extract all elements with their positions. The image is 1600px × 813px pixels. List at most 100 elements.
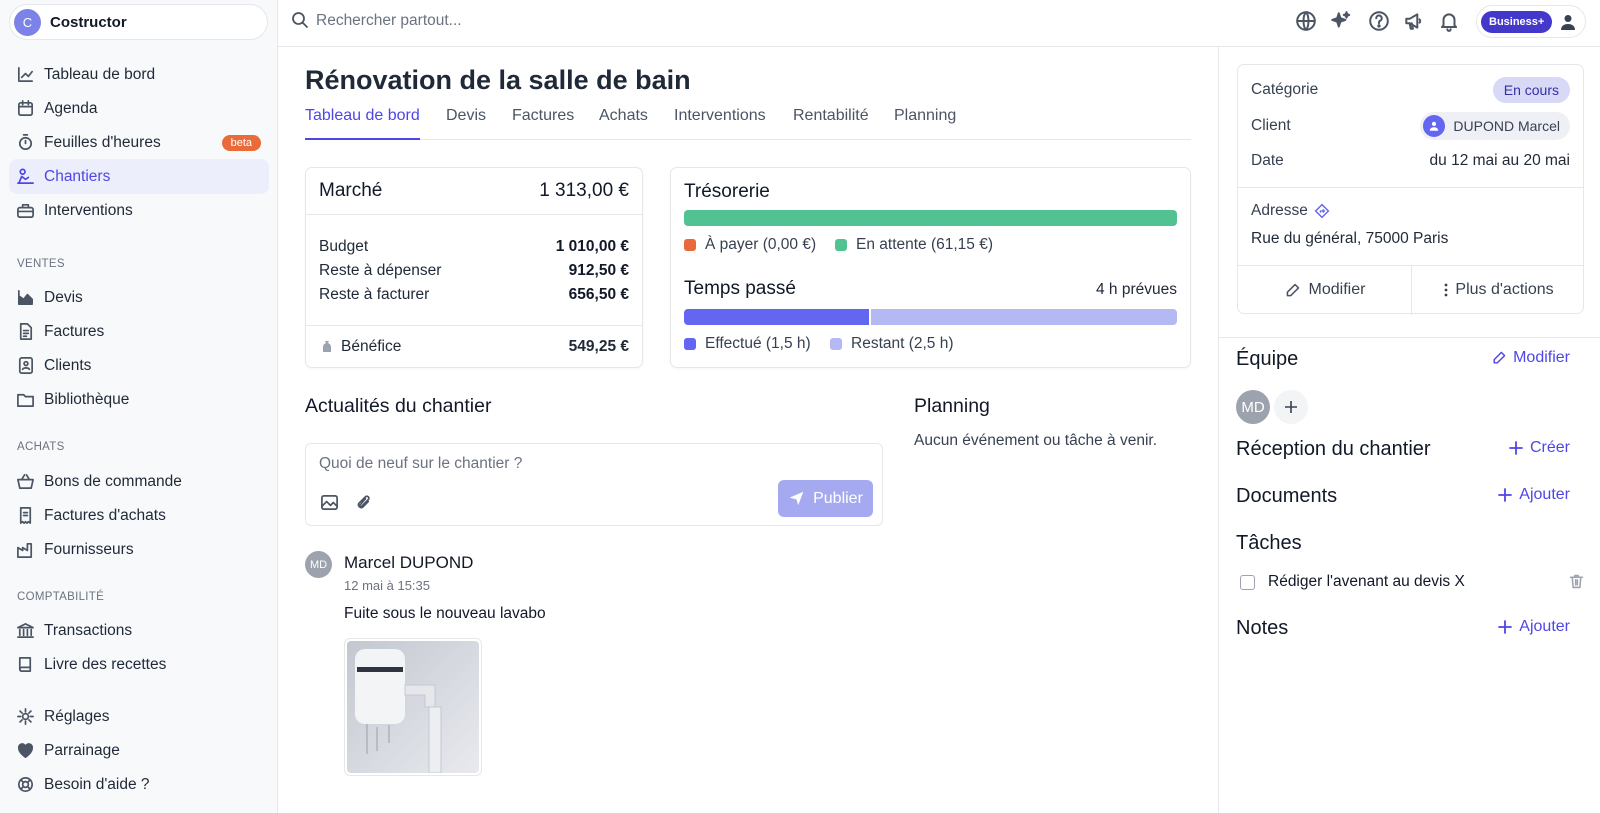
tab-tableau-de-bord[interactable]: Tableau de bord	[305, 107, 420, 140]
tresorerie-bar	[684, 210, 1177, 226]
sidebar-item-chantiers[interactable]: Chantiers	[9, 159, 269, 194]
sidebar-item-interventions[interactable]: Interventions	[9, 193, 269, 228]
post-photo[interactable]	[344, 638, 482, 776]
temps-bar	[684, 309, 1177, 325]
equipe-title: Équipe	[1236, 348, 1299, 370]
info-label: Date	[1251, 152, 1284, 169]
post-text: Fuite sous le nouveau lavabo	[344, 605, 546, 622]
sidebar-item-feuilles-d-heures[interactable]: Feuilles d'heures beta	[9, 125, 269, 160]
info-row-categorie: Catégorie En cours	[1251, 77, 1570, 103]
page-title: Rénovation de la salle de bain	[305, 65, 691, 95]
sidebar-item-tableau-de-bord[interactable]: Tableau de bord	[9, 57, 269, 92]
status-badge[interactable]: En cours	[1492, 77, 1570, 103]
sidebar-item-bons-de-commande[interactable]: Bons de commande	[9, 464, 269, 499]
globe-icon[interactable]	[1295, 10, 1317, 32]
reception-action-label: Créer	[1529, 439, 1570, 456]
user-icon	[1561, 14, 1576, 30]
megaphone-icon[interactable]	[1403, 10, 1425, 32]
post-time: 12 mai à 15:35	[344, 578, 431, 593]
legend-swatch	[835, 239, 847, 251]
add-member-button[interactable]	[1274, 390, 1308, 424]
sidebar-item-bibliotheque[interactable]: Bibliothèque	[9, 382, 269, 417]
lifebuoy-icon	[17, 776, 34, 793]
documents-action-label: Ajouter	[1519, 486, 1570, 503]
marche-card: Marché 1 313,00 € Budget 1 010,00 € Reste…	[305, 167, 643, 368]
marche-total: 1 313,00 €	[539, 180, 629, 201]
post-input[interactable]	[319, 455, 759, 473]
sidebar-item-reglages[interactable]: Réglages	[9, 699, 269, 734]
directions-icon[interactable]	[1314, 203, 1330, 219]
tab-bar: Tableau de bord Devis Factures Achats In…	[305, 107, 1191, 140]
sidebar-item-label: Parrainage	[44, 741, 120, 759]
legend-restant: Restant (2,5 h)	[830, 335, 954, 353]
bell-icon[interactable]	[1438, 10, 1460, 32]
trash-icon[interactable]	[1568, 573, 1585, 590]
marche-row-value: 656,50 €	[568, 286, 629, 303]
section-title-comptabilite: COMPTABILITÉ	[17, 591, 105, 603]
help-icon[interactable]	[1368, 10, 1390, 32]
sidebar: C Costructor Tableau de bord Agenda Feui…	[0, 0, 278, 813]
more-actions-button[interactable]: Plus d'actions	[1412, 265, 1585, 315]
reception-title: Réception du chantier	[1236, 438, 1431, 460]
equipe-action-label: Modifier	[1513, 349, 1570, 366]
sidebar-item-label: Feuilles d'heures	[44, 133, 161, 151]
marche-row-label: Budget	[319, 238, 369, 255]
stopwatch-icon	[18, 134, 33, 151]
section-title-achats: ACHATS	[17, 441, 65, 453]
workspace-switcher[interactable]: C Costructor	[9, 4, 268, 40]
sidebar-item-parrainage[interactable]: Parrainage	[9, 733, 269, 768]
sidebar-item-label: Factures	[44, 322, 105, 340]
sidebar-item-factures-d-achats[interactable]: Factures d'achats	[9, 498, 269, 533]
planning-title: Planning	[914, 395, 990, 417]
documents-add-button[interactable]: Ajouter	[1497, 486, 1570, 504]
divider	[1238, 187, 1583, 188]
divider	[1219, 337, 1600, 338]
sidebar-item-agenda[interactable]: Agenda	[9, 91, 269, 126]
legend-swatch	[684, 239, 696, 251]
date-value: du 12 mai au 20 mai	[1429, 152, 1570, 169]
temps-bar-done	[684, 309, 869, 325]
paperclip-icon[interactable]	[354, 493, 373, 512]
info-label: Client	[1251, 117, 1291, 134]
tab-planning[interactable]: Planning	[894, 107, 956, 140]
post-author: Marcel DUPOND	[344, 553, 474, 572]
more-vertical-icon	[1444, 283, 1448, 297]
image-icon[interactable]	[320, 493, 339, 512]
more-actions-label: Plus d'actions	[1455, 281, 1554, 298]
heart-icon	[17, 743, 34, 759]
notes-add-button[interactable]: Ajouter	[1497, 618, 1570, 636]
legend-label: Restant (2,5 h)	[851, 335, 954, 352]
marche-row: Reste à dépenser 912,50 €	[306, 259, 642, 283]
sidebar-item-devis[interactable]: Devis	[9, 280, 269, 315]
sidebar-item-fournisseurs[interactable]: Fournisseurs	[9, 532, 269, 567]
sidebar-item-label: Fournisseurs	[44, 540, 134, 558]
marche-row-label: Reste à dépenser	[319, 262, 442, 279]
plus-icon	[1509, 441, 1523, 455]
documents-title: Documents	[1236, 485, 1338, 507]
ai-sparkles-icon[interactable]	[1330, 10, 1352, 32]
task-checkbox[interactable]	[1240, 574, 1255, 590]
account-menu[interactable]: Business+	[1476, 5, 1586, 38]
sidebar-item-transactions[interactable]: Transactions	[9, 613, 269, 648]
toolbox-icon	[17, 203, 34, 219]
client-chip[interactable]: DUPOND Marcel	[1420, 112, 1570, 140]
team-member-avatar[interactable]: MD	[1236, 390, 1270, 424]
publish-button[interactable]: Publier	[778, 480, 873, 517]
reception-create-button[interactable]: Créer	[1508, 439, 1570, 457]
equipe-modifier-button[interactable]: Modifier	[1491, 349, 1570, 367]
modifier-button[interactable]: Modifier	[1238, 265, 1411, 315]
tab-interventions[interactable]: Interventions	[674, 107, 766, 140]
notes-title: Notes	[1236, 617, 1289, 639]
tab-devis[interactable]: Devis	[446, 107, 486, 140]
sidebar-item-livre-des-recettes[interactable]: Livre des recettes	[9, 647, 269, 682]
search-input[interactable]	[316, 8, 716, 34]
tab-achats[interactable]: Achats	[599, 107, 648, 140]
tab-rentabilite[interactable]: Rentabilité	[793, 107, 869, 140]
plan-badge: Business+	[1481, 10, 1553, 33]
sidebar-item-factures[interactable]: Factures	[9, 314, 269, 349]
sidebar-item-clients[interactable]: Clients	[9, 348, 269, 383]
tresorerie-card: Trésorerie À payer (0,00 €) En attente (…	[670, 167, 1191, 368]
sidebar-item-besoin-d-aide[interactable]: Besoin d'aide ?	[9, 767, 269, 802]
tab-factures[interactable]: Factures	[512, 107, 574, 140]
marche-row-value: 912,50 €	[568, 262, 629, 279]
